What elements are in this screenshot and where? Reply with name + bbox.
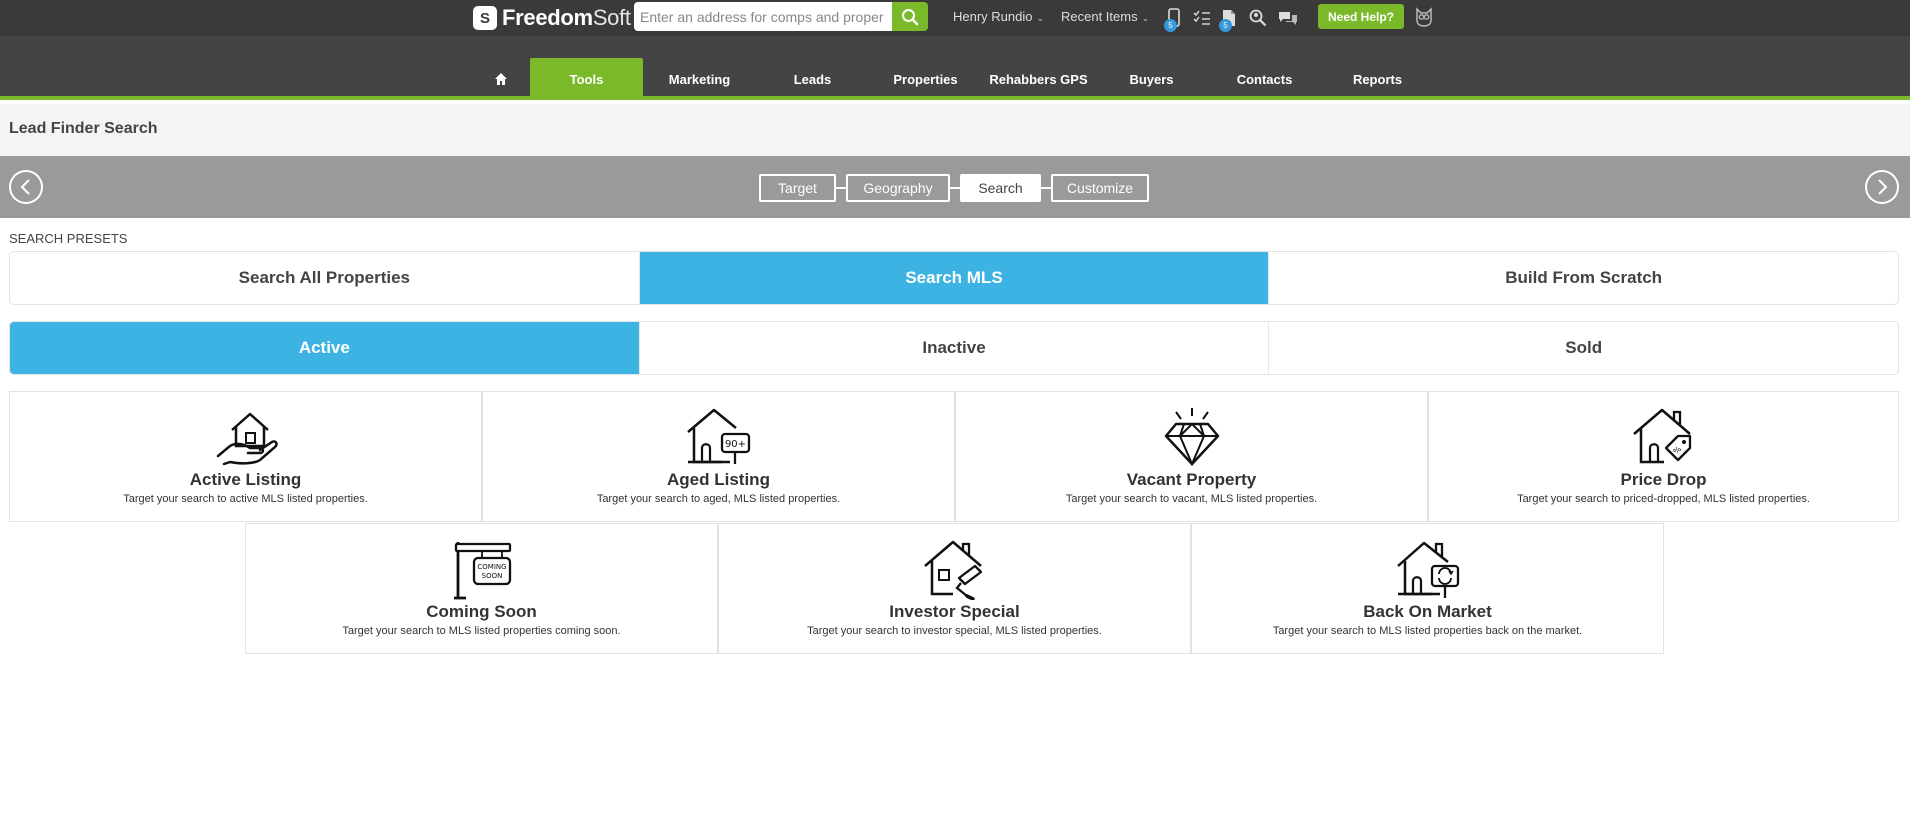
wizard-steps: Target Geography Search Customize bbox=[0, 156, 1910, 218]
search-icon bbox=[902, 8, 919, 25]
chevron-down-icon: ⌄ bbox=[1036, 13, 1045, 23]
nav-properties[interactable]: Properties bbox=[869, 58, 982, 100]
step-target[interactable]: Target bbox=[759, 174, 836, 202]
search-presets-label: SEARCH PRESETS bbox=[9, 231, 128, 246]
property-search-button[interactable] bbox=[1248, 7, 1268, 29]
chevron-down-icon: ⌄ bbox=[1141, 13, 1150, 23]
card-title: Coming Soon bbox=[426, 602, 537, 621]
card-description: Target your search to vacant, MLS listed… bbox=[1065, 493, 1318, 505]
card-investor-special[interactable]: Investor Special Target your search to i… bbox=[718, 523, 1191, 654]
home-icon bbox=[495, 73, 507, 85]
card-coming-soon[interactable]: COMING SOON Coming Soon Target your sear… bbox=[245, 523, 718, 654]
step-search[interactable]: Search bbox=[960, 174, 1041, 202]
card-title: Aged Listing bbox=[667, 470, 770, 489]
nav-marketing[interactable]: Marketing bbox=[643, 58, 756, 100]
next-step-button[interactable] bbox=[1865, 170, 1899, 204]
checklist-icon bbox=[1193, 10, 1210, 25]
house-paint-roller-icon bbox=[923, 540, 982, 600]
documents-badge: 5 bbox=[1219, 19, 1232, 32]
freedomsoft-logo[interactable]: S FreedomSoft bbox=[473, 3, 631, 33]
chevron-right-icon bbox=[1878, 179, 1888, 195]
house-refresh-sign-icon bbox=[1396, 541, 1459, 598]
tab-search-mls[interactable]: Search MLS bbox=[639, 252, 1270, 304]
step-customize[interactable]: Customize bbox=[1051, 174, 1149, 202]
wizard-connector bbox=[836, 187, 846, 189]
listing-status-tabs: Active Inactive Sold bbox=[9, 321, 1899, 375]
phone-badge: 5 bbox=[1164, 19, 1177, 32]
card-active-listing[interactable]: Active Listing Target your search to act… bbox=[9, 391, 482, 522]
nav-tools[interactable]: Tools bbox=[530, 58, 643, 100]
main-nav: Tools Marketing Leads Properties Rehabbe… bbox=[0, 36, 1910, 100]
wizard-connector bbox=[1041, 187, 1051, 189]
recent-items-menu[interactable]: Recent Items ⌄ bbox=[1061, 9, 1149, 24]
nav-reports[interactable]: Reports bbox=[1321, 58, 1434, 100]
card-title: Investor Special bbox=[889, 602, 1020, 621]
page-title-bar: Lead Finder Search bbox=[0, 104, 1910, 156]
preset-type-tabs: Search All Properties Search MLS Build F… bbox=[9, 251, 1899, 305]
card-vacant-property[interactable]: Vacant Property Target your search to va… bbox=[955, 391, 1428, 522]
need-help-button[interactable]: Need Help? bbox=[1318, 4, 1404, 29]
card-description: Target your search to MLS listed propert… bbox=[1272, 625, 1583, 637]
nav-contacts[interactable]: Contacts bbox=[1208, 58, 1321, 100]
card-title: Vacant Property bbox=[1126, 470, 1257, 489]
nav-rehabbers-gps[interactable]: Rehabbers GPS bbox=[982, 58, 1095, 100]
logo-mark-icon: S bbox=[473, 6, 497, 30]
card-title: Back On Market bbox=[1363, 602, 1492, 621]
magnifier-person-icon bbox=[1249, 9, 1267, 27]
card-description: Target your search to MLS listed propert… bbox=[342, 625, 621, 637]
top-header: S FreedomSoft Henry Rundio⌄ Recent Items… bbox=[0, 0, 1910, 36]
house-price-tag-icon: % bbox=[1632, 408, 1691, 464]
card-description: Target your search to aged, MLS listed p… bbox=[596, 493, 841, 505]
aged-badge-text: 90+ bbox=[724, 439, 745, 450]
phone-notifications-button[interactable]: 5 bbox=[1164, 7, 1184, 32]
page-title: Lead Finder Search bbox=[9, 120, 158, 137]
card-description: Target your search to active MLS listed … bbox=[123, 493, 368, 505]
tab-inactive[interactable]: Inactive bbox=[640, 322, 1270, 374]
nav-home[interactable] bbox=[483, 58, 519, 100]
house-in-hand-icon bbox=[216, 412, 278, 466]
card-description: Target your search to investor special, … bbox=[807, 625, 1102, 637]
coming-soon-line1: COMING bbox=[477, 563, 506, 571]
tab-search-all-properties[interactable]: Search All Properties bbox=[10, 252, 640, 304]
logo-text: FreedomSoft bbox=[502, 5, 631, 30]
search-button[interactable] bbox=[892, 2, 928, 31]
chevron-left-icon bbox=[20, 179, 30, 195]
house-90-plus-icon: 90+ bbox=[686, 408, 750, 464]
card-title: Price Drop bbox=[1620, 470, 1707, 489]
documents-button[interactable]: 5 bbox=[1219, 7, 1239, 32]
diamond-icon bbox=[1164, 408, 1219, 466]
nav-leads[interactable]: Leads bbox=[756, 58, 869, 100]
tasks-button[interactable] bbox=[1192, 7, 1212, 29]
chat-bubbles-icon bbox=[1279, 12, 1297, 25]
address-search-input[interactable] bbox=[634, 2, 892, 31]
wizard-connector bbox=[950, 187, 960, 189]
user-menu[interactable]: Henry Rundio ⌄ bbox=[953, 9, 1044, 24]
tab-build-from-scratch[interactable]: Build From Scratch bbox=[1269, 252, 1898, 304]
coming-soon-sign-icon: COMING SOON bbox=[453, 542, 511, 600]
tab-sold[interactable]: Sold bbox=[1269, 322, 1898, 374]
card-aged-listing[interactable]: 90+ Aged Listing Target your search to a… bbox=[482, 391, 955, 522]
card-price-drop[interactable]: % Price Drop Target your search to price… bbox=[1428, 391, 1899, 522]
card-title: Active Listing bbox=[189, 470, 302, 489]
tab-active[interactable]: Active bbox=[10, 322, 640, 374]
messages-button[interactable] bbox=[1278, 7, 1298, 29]
coming-soon-line2: SOON bbox=[481, 572, 502, 580]
card-back-on-market[interactable]: Back On Market Target your search to MLS… bbox=[1191, 523, 1664, 654]
step-geography[interactable]: Geography bbox=[846, 174, 950, 202]
previous-step-button[interactable] bbox=[9, 170, 43, 204]
nav-buyers[interactable]: Buyers bbox=[1095, 58, 1208, 100]
card-description: Target your search to priced-dropped, ML… bbox=[1517, 493, 1810, 505]
owl-icon[interactable] bbox=[1413, 6, 1435, 28]
